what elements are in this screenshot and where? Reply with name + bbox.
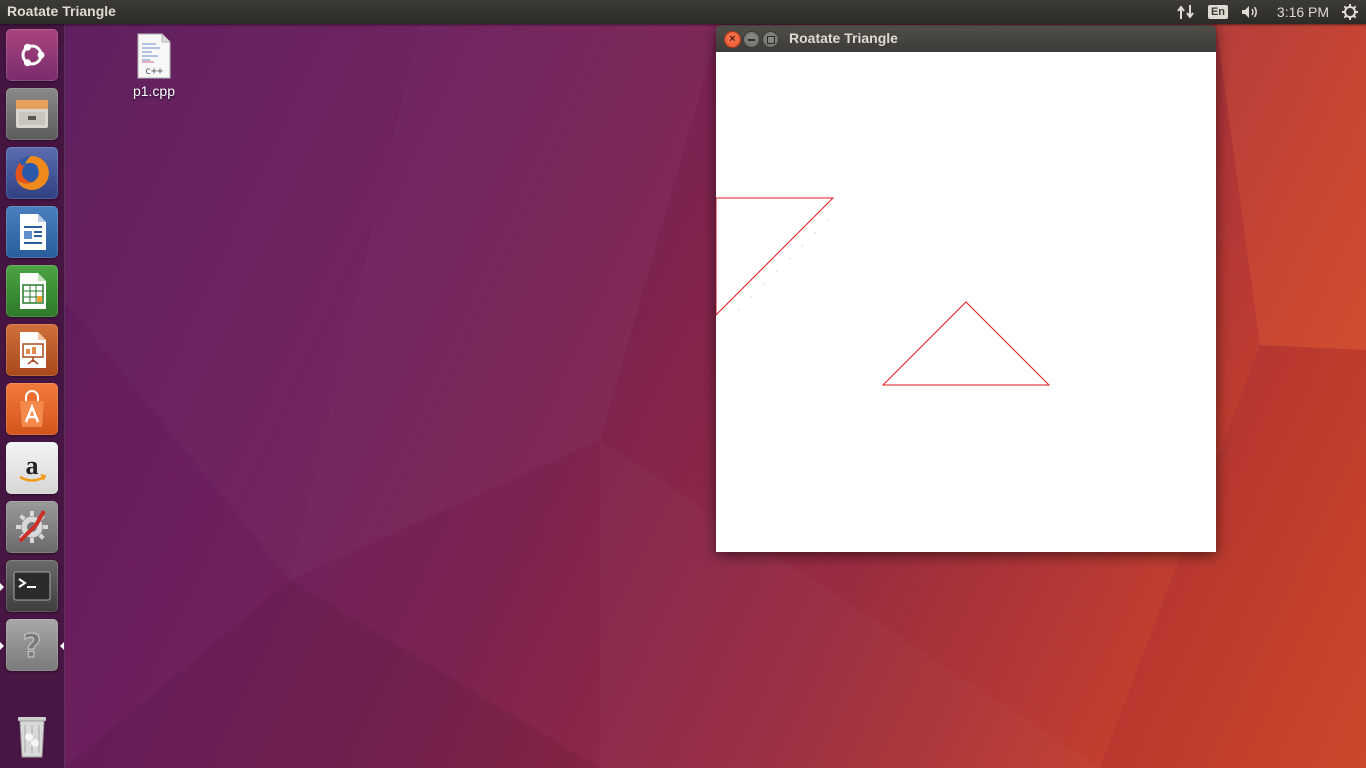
launcher-libreoffice-writer[interactable] bbox=[6, 206, 58, 258]
window-close-button[interactable]: × bbox=[724, 31, 741, 48]
settings-wrench-icon bbox=[16, 510, 48, 543]
writer-document-icon bbox=[20, 214, 46, 250]
file-type-badge: c++ bbox=[144, 66, 164, 77]
clock-label: 3:16 PM bbox=[1276, 4, 1330, 20]
volume-indicator[interactable] bbox=[1238, 0, 1262, 24]
ubuntu-logo-icon bbox=[21, 43, 45, 67]
amazon-icon: a bbox=[19, 451, 47, 482]
app-window: × Roatate Triangle bbox=[715, 25, 1216, 552]
question-mark-icon: ? bbox=[22, 627, 42, 666]
session-menu-indicator[interactable] bbox=[1338, 0, 1362, 24]
speaker-volume-icon bbox=[1242, 6, 1257, 18]
window-minimize-button[interactable] bbox=[743, 31, 760, 48]
help-running-pip bbox=[0, 642, 4, 650]
terminal-running-pip bbox=[0, 583, 4, 591]
help-focused-pip bbox=[60, 642, 64, 650]
launcher-ubuntu-software[interactable] bbox=[6, 383, 58, 435]
launcher-firefox[interactable] bbox=[6, 147, 58, 199]
launcher-amazon[interactable]: a bbox=[6, 442, 58, 494]
window-title: Roatate Triangle bbox=[789, 30, 898, 46]
terminal-icon bbox=[13, 571, 51, 601]
impress-presentation-icon bbox=[20, 332, 46, 368]
gear-power-icon bbox=[1342, 4, 1358, 20]
canvas-drawing bbox=[715, 197, 1051, 386]
desktop-file-label: p1.cpp bbox=[132, 83, 176, 99]
launcher: a ? bbox=[0, 24, 65, 768]
drawing-canvas[interactable] bbox=[715, 52, 1216, 552]
file-cabinet-icon bbox=[16, 100, 48, 128]
window-maximize-button[interactable] bbox=[762, 31, 779, 48]
launcher-trash[interactable] bbox=[6, 709, 58, 761]
launcher-help[interactable]: ? bbox=[6, 619, 58, 671]
firefox-icon bbox=[15, 156, 49, 190]
keyboard-layout-indicator[interactable]: En bbox=[1206, 0, 1230, 24]
original-triangle bbox=[881, 301, 1051, 386]
calc-spreadsheet-icon bbox=[20, 273, 46, 309]
shopping-bag-icon bbox=[20, 390, 44, 427]
clock-indicator[interactable]: 3:16 PM bbox=[1272, 0, 1334, 24]
top-panel: Roatate Triangle En 3:16 PM bbox=[0, 0, 1366, 24]
close-icon: × bbox=[729, 33, 736, 45]
launcher-terminal[interactable] bbox=[6, 560, 58, 612]
minimize-icon bbox=[748, 38, 755, 41]
launcher-files[interactable] bbox=[6, 88, 58, 140]
rotation-trace-line bbox=[737, 219, 829, 311]
network-indicator-icon[interactable] bbox=[1174, 0, 1198, 24]
keyboard-layout-label: En bbox=[1207, 5, 1229, 19]
launcher-ubuntu-dash[interactable] bbox=[6, 29, 58, 81]
launcher-libreoffice-calc[interactable] bbox=[6, 265, 58, 317]
window-titlebar[interactable]: × Roatate Triangle bbox=[716, 25, 1216, 52]
active-app-title: Roatate Triangle bbox=[7, 3, 116, 19]
svg-text:a: a bbox=[26, 451, 39, 480]
maximize-icon bbox=[766, 35, 775, 44]
svg-text:?: ? bbox=[23, 627, 42, 665]
desktop-file-p1-cpp[interactable]: c++ p1.cpp bbox=[122, 32, 186, 104]
network-arrows-icon bbox=[1177, 5, 1194, 19]
desktop-background: Roatate Triangle En 3:16 PM a ? c++ p1.c… bbox=[0, 0, 1366, 768]
launcher-system-settings[interactable] bbox=[6, 501, 58, 553]
launcher-libreoffice-impress[interactable] bbox=[6, 324, 58, 376]
rotated-triangle bbox=[715, 197, 835, 317]
trash-icon bbox=[18, 717, 46, 758]
